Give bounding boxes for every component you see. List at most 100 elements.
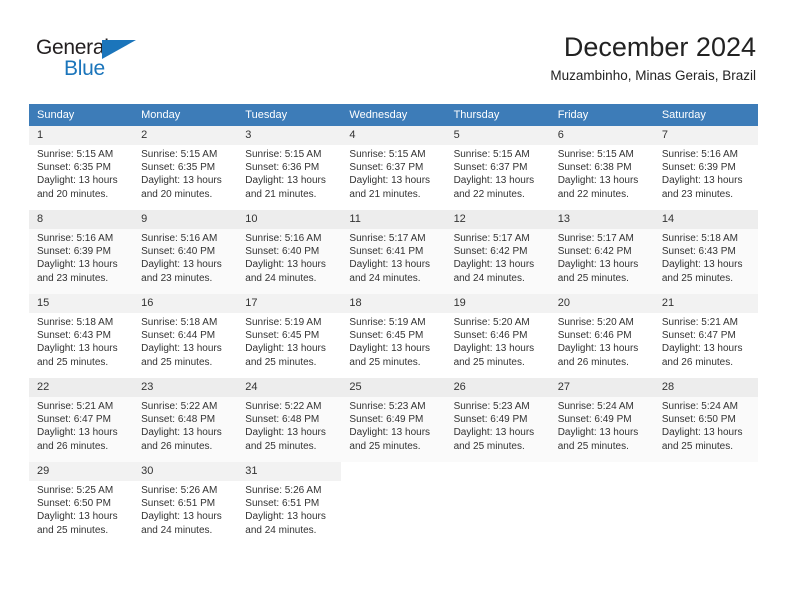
daylight-text-line1: Daylight: 13 hours (453, 427, 535, 439)
day-cell[interactable]: 7 Sunrise: 5:16 AM Sunset: 6:39 PM Dayli… (653, 126, 758, 210)
day-number: 16 (133, 294, 238, 313)
day-number: 1 (29, 126, 134, 145)
sunrise-text: Sunrise: 5:24 AM (661, 401, 738, 412)
daylight-text-line2: and 25 minutes. (245, 440, 317, 452)
day-cell[interactable]: 26 Sunrise: 5:23 AM Sunset: 6:49 PM Dayl… (445, 378, 550, 462)
day-cell[interactable]: 17 Sunrise: 5:19 AM Sunset: 6:45 PM Dayl… (237, 294, 342, 378)
sunset-text: Sunset: 6:49 PM (557, 414, 632, 426)
title-block: December 2024 Muzambinho, Minas Gerais, … (550, 30, 756, 86)
day-number: 7 (653, 126, 758, 145)
page-header: General Blue December 2024 Muzambinho, M… (0, 0, 792, 100)
day-cell[interactable]: 23 Sunrise: 5:22 AM Sunset: 6:48 PM Dayl… (133, 378, 238, 462)
day-number (341, 462, 445, 468)
day-cell[interactable]: 20 Sunrise: 5:20 AM Sunset: 6:46 PM Dayl… (549, 294, 654, 378)
day-info: Sunrise: 5:17 AM Sunset: 6:42 PM Dayligh… (550, 229, 654, 285)
day-cell[interactable]: 25 Sunrise: 5:23 AM Sunset: 6:49 PM Dayl… (341, 378, 446, 462)
calendar-header-row: Sunday Monday Tuesday Wednesday Thursday… (29, 104, 758, 126)
day-number: 28 (653, 378, 758, 397)
day-cell[interactable]: 8 Sunrise: 5:16 AM Sunset: 6:39 PM Dayli… (29, 210, 134, 294)
day-cell[interactable]: 1 Sunrise: 5:15 AM Sunset: 6:35 PM Dayli… (29, 126, 134, 210)
daylight-text-line2: and 25 minutes. (141, 356, 213, 368)
day-cell[interactable]: 11 Sunrise: 5:17 AM Sunset: 6:41 PM Dayl… (341, 210, 446, 294)
day-number: 18 (341, 294, 446, 313)
daylight-text-line1: Daylight: 13 hours (37, 427, 118, 439)
day-number: 26 (445, 378, 550, 397)
day-number (654, 462, 758, 468)
day-cell[interactable]: 21 Sunrise: 5:21 AM Sunset: 6:47 PM Dayl… (653, 294, 758, 378)
day-number: 22 (29, 378, 134, 397)
day-cell[interactable]: 28 Sunrise: 5:24 AM Sunset: 6:50 PM Dayl… (653, 378, 758, 462)
daylight-text-line1: Daylight: 13 hours (661, 427, 743, 439)
day-cell[interactable]: 31 Sunrise: 5:26 AM Sunset: 6:51 PM Dayl… (237, 462, 342, 546)
sunrise-text: Sunrise: 5:24 AM (557, 401, 634, 412)
day-cell[interactable]: 13 Sunrise: 5:17 AM Sunset: 6:42 PM Dayl… (549, 210, 654, 294)
daylight-text-line1: Daylight: 13 hours (453, 343, 535, 355)
day-cell[interactable]: 22 Sunrise: 5:21 AM Sunset: 6:47 PM Dayl… (29, 378, 134, 462)
sunrise-text: Sunrise: 5:15 AM (349, 149, 426, 160)
day-number: 11 (341, 210, 446, 229)
day-cell[interactable]: 9 Sunrise: 5:16 AM Sunset: 6:40 PM Dayli… (133, 210, 238, 294)
calendar-week-row: 22 Sunrise: 5:21 AM Sunset: 6:47 PM Dayl… (29, 378, 758, 462)
day-cell[interactable]: 3 Sunrise: 5:15 AM Sunset: 6:36 PM Dayli… (237, 126, 342, 210)
day-number: 20 (549, 294, 654, 313)
day-cell[interactable]: 29 Sunrise: 5:25 AM Sunset: 6:50 PM Dayl… (29, 462, 134, 546)
sunset-text: Sunset: 6:45 PM (349, 330, 424, 342)
day-cell[interactable]: 5 Sunrise: 5:15 AM Sunset: 6:37 PM Dayli… (445, 126, 550, 210)
day-number: 12 (445, 210, 550, 229)
day-number: 17 (237, 294, 342, 313)
day-info: Sunrise: 5:18 AM Sunset: 6:44 PM Dayligh… (133, 313, 237, 369)
general-blue-logo[interactable]: General Blue (36, 36, 146, 84)
day-cell[interactable]: 18 Sunrise: 5:19 AM Sunset: 6:45 PM Dayl… (341, 294, 446, 378)
daylight-text-line2: and 26 minutes. (37, 440, 109, 452)
daylight-text-line1: Daylight: 13 hours (37, 259, 118, 271)
day-cell[interactable]: 4 Sunrise: 5:15 AM Sunset: 6:37 PM Dayli… (341, 126, 446, 210)
day-cell[interactable]: 12 Sunrise: 5:17 AM Sunset: 6:42 PM Dayl… (445, 210, 550, 294)
day-cell-empty (341, 462, 446, 546)
day-cell[interactable]: 14 Sunrise: 5:18 AM Sunset: 6:43 PM Dayl… (653, 210, 758, 294)
calendar-week-row: 1 Sunrise: 5:15 AM Sunset: 6:35 PM Dayli… (29, 126, 758, 210)
day-number: 29 (29, 462, 134, 481)
day-number (446, 462, 550, 468)
sunrise-text: Sunrise: 5:25 AM (37, 485, 114, 496)
sunrise-text: Sunrise: 5:17 AM (349, 233, 426, 244)
day-number: 19 (445, 294, 550, 313)
daylight-text-line1: Daylight: 13 hours (37, 175, 118, 187)
day-info: Sunrise: 5:26 AM Sunset: 6:51 PM Dayligh… (133, 481, 237, 537)
day-number: 25 (341, 378, 446, 397)
day-cell[interactable]: 2 Sunrise: 5:15 AM Sunset: 6:35 PM Dayli… (133, 126, 238, 210)
daylight-text-line2: and 25 minutes. (661, 272, 734, 284)
day-cell-empty (653, 462, 758, 546)
daylight-text-line1: Daylight: 13 hours (349, 175, 431, 187)
daylight-text-line1: Daylight: 13 hours (141, 511, 222, 523)
day-cell[interactable]: 6 Sunrise: 5:15 AM Sunset: 6:38 PM Dayli… (549, 126, 654, 210)
daylight-text-line1: Daylight: 13 hours (349, 259, 431, 271)
day-number: 3 (237, 126, 342, 145)
sunrise-text: Sunrise: 5:26 AM (141, 485, 218, 496)
day-cell[interactable]: 15 Sunrise: 5:18 AM Sunset: 6:43 PM Dayl… (29, 294, 134, 378)
sunset-text: Sunset: 6:37 PM (453, 162, 528, 174)
sunset-text: Sunset: 6:35 PM (141, 162, 216, 174)
daylight-text-line2: and 21 minutes. (349, 188, 421, 200)
daylight-text-line1: Daylight: 13 hours (245, 175, 326, 187)
day-cell[interactable]: 10 Sunrise: 5:16 AM Sunset: 6:40 PM Dayl… (237, 210, 342, 294)
day-cell[interactable]: 19 Sunrise: 5:20 AM Sunset: 6:46 PM Dayl… (445, 294, 550, 378)
day-cell[interactable]: 24 Sunrise: 5:22 AM Sunset: 6:48 PM Dayl… (237, 378, 342, 462)
daylight-text-line1: Daylight: 13 hours (453, 259, 535, 271)
daylight-text-line1: Daylight: 13 hours (661, 175, 743, 187)
sunrise-text: Sunrise: 5:15 AM (245, 149, 322, 160)
sunrise-text: Sunrise: 5:19 AM (245, 317, 322, 328)
daylight-text-line2: and 20 minutes. (141, 188, 213, 200)
day-cell[interactable]: 27 Sunrise: 5:24 AM Sunset: 6:49 PM Dayl… (549, 378, 654, 462)
day-cell[interactable]: 16 Sunrise: 5:18 AM Sunset: 6:44 PM Dayl… (133, 294, 238, 378)
sunset-text: Sunset: 6:39 PM (37, 246, 111, 258)
sunrise-text: Sunrise: 5:15 AM (141, 149, 218, 160)
day-info: Sunrise: 5:18 AM Sunset: 6:43 PM Dayligh… (654, 229, 758, 285)
sunset-text: Sunset: 6:42 PM (453, 246, 528, 258)
daylight-text-line2: and 26 minutes. (141, 440, 213, 452)
day-info: Sunrise: 5:15 AM Sunset: 6:35 PM Dayligh… (29, 145, 133, 201)
weekday-header-thursday: Thursday (445, 104, 550, 126)
weekday-header-saturday: Saturday (653, 104, 758, 126)
daylight-text-line1: Daylight: 13 hours (349, 343, 431, 355)
sunrise-text: Sunrise: 5:19 AM (349, 317, 426, 328)
day-cell[interactable]: 30 Sunrise: 5:26 AM Sunset: 6:51 PM Dayl… (133, 462, 238, 546)
